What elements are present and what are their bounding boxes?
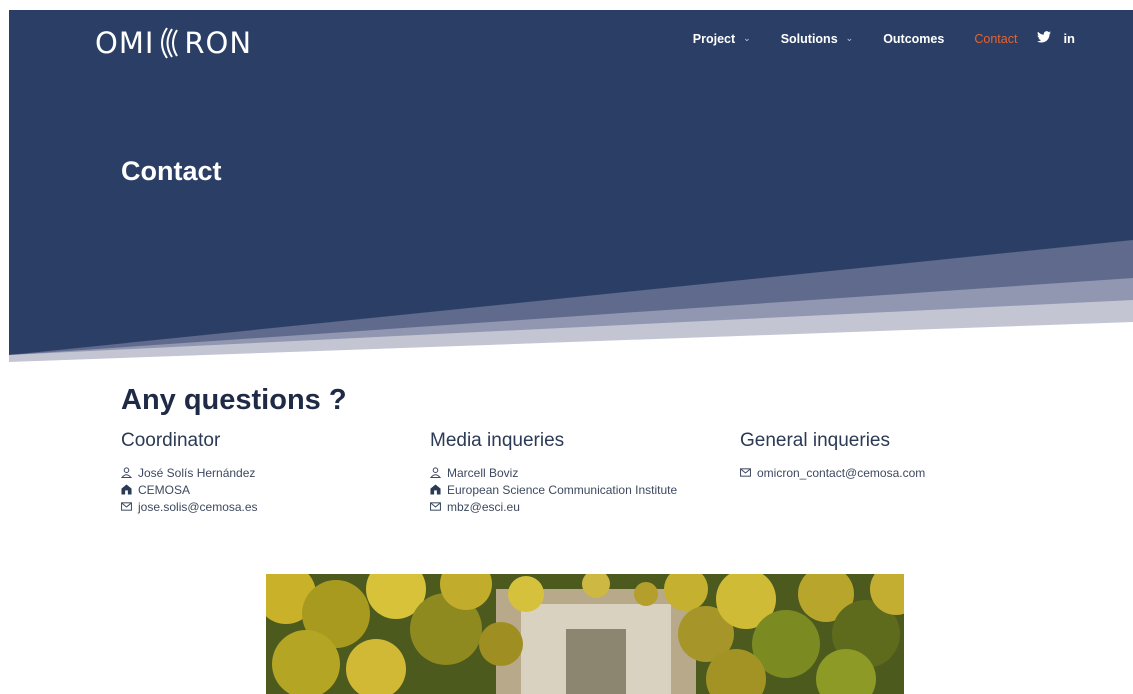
general-inquiries-column: General inqueries omicron_contact@cemosa…: [740, 430, 1040, 481]
aerial-forest-photo: [266, 574, 904, 694]
nav-item-label: Project: [692, 31, 736, 46]
nav-item-outcomes[interactable]: Outcomes: [883, 32, 944, 46]
contact-person: José Solís Hernández: [121, 464, 421, 481]
chevron-down-icon: ⌄: [845, 33, 854, 43]
column-title: Media inqueries: [430, 430, 565, 451]
contact-organization: European Science Communication Institute: [430, 481, 730, 498]
envelope-icon: [430, 501, 441, 512]
user-icon: [121, 467, 132, 478]
envelope-icon: [121, 501, 132, 512]
logo-text-right: RON: [184, 26, 253, 60]
building-icon: [121, 484, 132, 495]
linkedin-icon[interactable]: in: [1063, 31, 1075, 46]
column-title: Coordinator: [121, 430, 221, 451]
hero-background: [9, 10, 1133, 365]
hero-banner: [9, 10, 1133, 365]
column-title: General inqueries: [740, 430, 890, 451]
user-icon: [430, 467, 441, 478]
logo-waves-icon: [161, 27, 179, 59]
coordinator-column: Coordinator José Solís Hernández CEMOSA …: [121, 430, 421, 515]
social-links: in: [1037, 31, 1075, 46]
media-inquiries-column: Media inqueries Marcell Boviz European S…: [430, 430, 730, 515]
omicron-logo[interactable]: OMI RON: [95, 26, 252, 60]
contact-person: Marcell Boviz: [430, 464, 730, 481]
nav-item-contact[interactable]: Contact: [974, 32, 1017, 46]
nav-item-label: Outcomes: [883, 31, 945, 46]
main-nav: Project ⌄ Solutions ⌄ Outcomes Contact i…: [663, 31, 1075, 46]
nav-item-project[interactable]: Project ⌄: [693, 32, 751, 46]
twitter-icon[interactable]: [1037, 31, 1052, 46]
page-title: Contact: [121, 156, 222, 186]
envelope-icon: [740, 467, 751, 478]
building-icon: [430, 484, 441, 495]
email-link[interactable]: jose.solis@cemosa.es: [138, 500, 258, 514]
email-link[interactable]: omicron_contact@cemosa.com: [757, 466, 925, 480]
chevron-down-icon: ⌄: [743, 33, 751, 43]
contact-organization: CEMOSA: [121, 481, 421, 498]
contact-email[interactable]: omicron_contact@cemosa.com: [740, 464, 1040, 481]
contact-email[interactable]: mbz@esci.eu: [430, 498, 730, 515]
nav-item-solutions[interactable]: Solutions ⌄: [781, 32, 854, 46]
contact-email[interactable]: jose.solis@cemosa.es: [121, 498, 421, 515]
logo-text-left: OMI: [95, 26, 155, 60]
forest-image: [266, 574, 904, 694]
nav-item-label: Solutions: [780, 31, 838, 46]
email-link[interactable]: mbz@esci.eu: [447, 500, 520, 514]
contact-heading: Any questions ?: [121, 384, 347, 416]
nav-item-label: Contact: [974, 31, 1018, 46]
